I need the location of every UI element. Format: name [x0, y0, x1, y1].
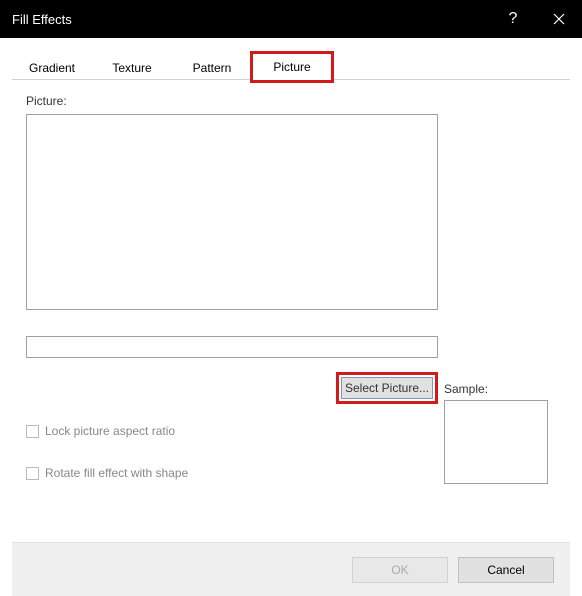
select-picture-button[interactable]: Select Picture...: [341, 377, 433, 399]
rotate-row[interactable]: Rotate fill effect with shape: [26, 466, 188, 480]
picture-path-field: [26, 336, 438, 358]
help-icon: ?: [509, 10, 518, 28]
rotate-checkbox[interactable]: [26, 467, 39, 480]
close-button[interactable]: [536, 0, 582, 38]
sample-label: Sample:: [444, 382, 548, 396]
rotate-label: Rotate fill effect with shape: [45, 466, 188, 480]
picture-preview: [26, 114, 438, 310]
tab-content-picture: Picture: Select Picture... Lock picture …: [12, 80, 570, 542]
tab-gradient[interactable]: Gradient: [12, 53, 92, 81]
tab-pattern[interactable]: Pattern: [172, 53, 252, 81]
sample-area: Sample:: [444, 382, 548, 484]
close-icon: [553, 13, 565, 25]
fill-effects-dialog: Fill Effects ? Gradient Texture Pattern …: [0, 0, 582, 596]
help-button[interactable]: ?: [490, 0, 536, 38]
cancel-button[interactable]: Cancel: [458, 557, 554, 583]
tab-bar: Gradient Texture Pattern Picture: [12, 52, 570, 80]
sample-preview: [444, 400, 548, 484]
dialog-footer: OK Cancel: [12, 542, 570, 596]
tab-texture[interactable]: Texture: [92, 53, 172, 81]
ok-label: OK: [391, 563, 408, 577]
dialog-body: Gradient Texture Pattern Picture Picture…: [0, 38, 582, 596]
tab-picture[interactable]: Picture: [252, 53, 332, 81]
ok-button[interactable]: OK: [352, 557, 448, 583]
picture-label: Picture:: [26, 94, 556, 108]
lock-aspect-checkbox[interactable]: [26, 425, 39, 438]
select-picture-label: Select Picture...: [345, 381, 429, 395]
cancel-label: Cancel: [487, 563, 524, 577]
select-picture-highlight: Select Picture...: [336, 372, 438, 404]
titlebar-title: Fill Effects: [12, 12, 490, 27]
lock-aspect-label: Lock picture aspect ratio: [45, 424, 175, 438]
select-picture-row: Select Picture...: [26, 372, 438, 404]
titlebar: Fill Effects ?: [0, 0, 582, 38]
